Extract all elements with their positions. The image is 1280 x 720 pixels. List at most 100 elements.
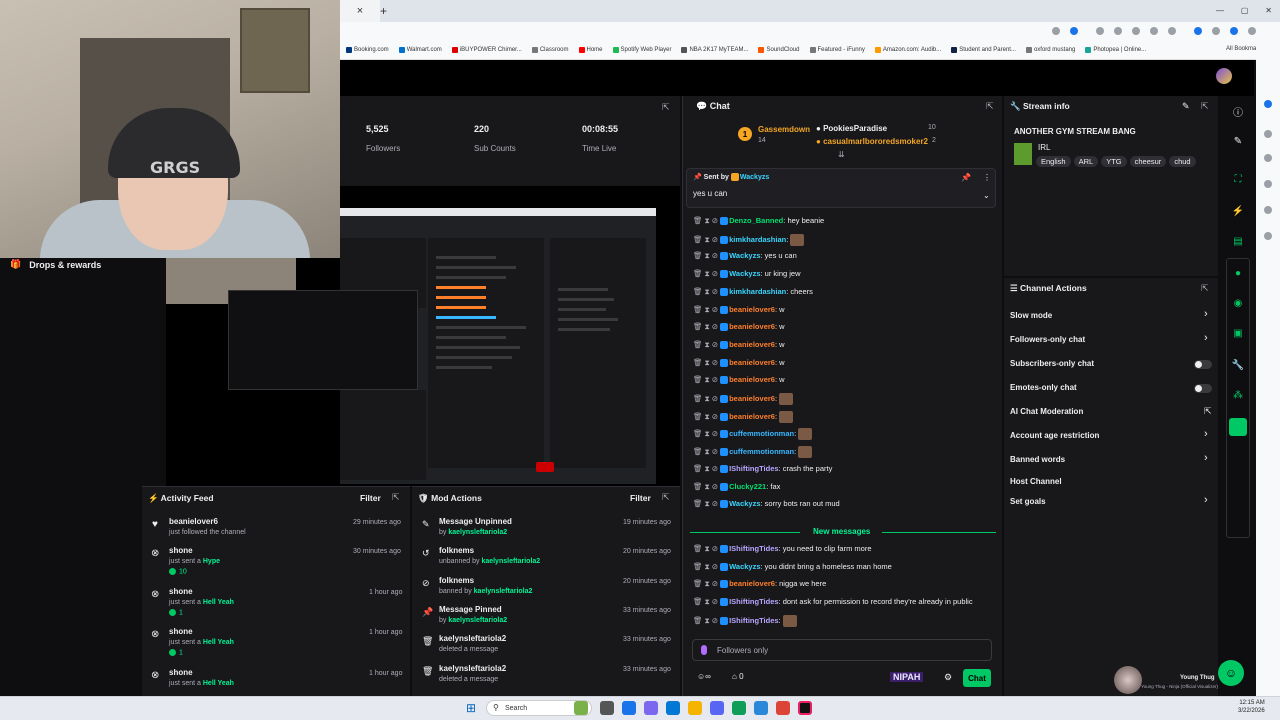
ban-icon[interactable]: ⊘ [712,216,718,225]
delete-icon[interactable]: 🗑 [693,562,703,571]
bookmark[interactable]: Booking.com [346,46,389,53]
ban-icon[interactable]: ⊘ [712,251,718,260]
ban-icon[interactable]: ⊘ [712,562,718,571]
extension-icon[interactable] [1264,180,1272,188]
tag[interactable]: YTG [1101,156,1127,167]
ban-icon[interactable]: ⊘ [712,305,718,314]
app-icon[interactable] [644,701,658,715]
timeout-icon[interactable]: ⧗ [705,340,710,349]
ban-icon[interactable]: ⊘ [712,394,718,403]
browser-tab[interactable]: × [340,0,380,22]
chat-username[interactable]: beanielover6 [729,375,775,384]
chat-username[interactable]: beanielover6 [729,305,775,314]
timeout-icon[interactable]: ⧗ [705,358,710,367]
chat-username[interactable]: beanielover6 [729,322,775,331]
drops-rewards-link[interactable]: 🎁 Drops & rewards [10,259,101,270]
chevron-right-icon[interactable]: › [1204,332,1208,344]
chat-input[interactable]: Followers only [692,639,992,661]
timeout-icon[interactable]: ⧗ [705,597,710,606]
minimize-icon[interactable]: — [1216,6,1224,16]
channel-action-item[interactable]: Host Channel [1010,477,1062,486]
ban-icon[interactable]: ⊘ [712,579,718,588]
extension-icon[interactable] [1168,27,1176,35]
timeout-icon[interactable]: ⧗ [705,464,710,473]
edit-icon[interactable]: ✎ [1182,101,1190,112]
chat-username[interactable]: beanielover6 [729,579,775,588]
avatar[interactable] [1216,68,1232,84]
chat-username[interactable]: IShiftingTides [729,616,778,625]
bookmark[interactable]: Classroom [531,46,569,53]
chat-username[interactable]: beanielover6 [729,358,775,367]
broadcast-icon[interactable]: ◉ [1230,298,1246,312]
ban-icon[interactable]: ⊘ [712,412,718,421]
chat-username[interactable]: IShiftingTides [729,544,778,553]
timeout-icon[interactable]: ⧗ [705,305,710,314]
chat-username[interactable]: kimkhardashian [729,235,786,244]
maximize-icon[interactable]: ▢ [1241,6,1249,16]
app-icon[interactable] [798,701,812,715]
active-widget-icon[interactable] [1229,418,1247,436]
share-icon[interactable]: ⁂ [1230,390,1246,404]
pin-icon[interactable]: 📌 [961,173,971,182]
ban-icon[interactable]: ⊘ [712,544,718,553]
channel-action-item[interactable]: Followers-only chat [1010,335,1085,344]
tab-close-icon[interactable]: × [357,5,363,17]
timeout-icon[interactable]: ⧗ [705,287,710,296]
bookmark[interactable]: Spotify Web Player [612,46,671,53]
chat-username[interactable]: beanielover6 [729,412,775,421]
delete-icon[interactable]: 🗑 [693,358,703,367]
bookmark[interactable]: Student and Parent... [951,46,1016,53]
bookmark[interactable]: Featured - iFunny [809,46,865,53]
chat-username[interactable]: Wackyzs [729,269,760,278]
extension-icon[interactable] [1096,27,1104,35]
list-icon[interactable]: ▤ [1230,236,1246,250]
delete-icon[interactable]: 🗑 [693,482,703,491]
timeout-icon[interactable]: ⧗ [705,394,710,403]
activity-filter-button[interactable]: Filter [360,493,381,503]
chat-username[interactable]: cuffemmotionman [729,447,794,456]
settings-icon[interactable]: ⚙ [944,672,952,683]
app-icon[interactable] [776,701,790,715]
ban-icon[interactable]: ⊘ [712,464,718,473]
timeout-icon[interactable]: ⧗ [705,544,710,553]
delete-icon[interactable]: 🗑 [693,375,703,384]
timeout-icon[interactable]: ⧗ [705,235,710,244]
ban-icon[interactable]: ⊘ [712,287,718,296]
app-icon[interactable] [574,701,588,715]
bookmark[interactable]: iBUYPOWER Chimer... [451,46,522,53]
tag[interactable]: English [1036,156,1071,167]
timeout-icon[interactable]: ⧗ [705,562,710,571]
expand-icon[interactable]: ⇱ [986,101,994,112]
chat-username[interactable]: Wackyzs [729,251,760,260]
brand-badge[interactable]: NIPAH [890,672,924,682]
delete-icon[interactable]: 🗑 [693,544,703,553]
delete-icon[interactable]: 🗑 [693,464,703,473]
timeout-icon[interactable]: ⧗ [705,412,710,421]
timeout-icon[interactable]: ⧗ [705,429,710,438]
tag[interactable]: chud [1169,156,1196,167]
new-tab-button[interactable]: + [380,4,387,18]
profile-icon[interactable] [1230,27,1238,35]
chat-username[interactable]: Denzo_Banned [729,216,783,225]
leader-second[interactable]: ● PookiesParadise [816,124,887,133]
extension-icon[interactable] [1264,232,1272,240]
bookmark[interactable]: Home [578,46,603,53]
extension-icon[interactable] [1264,130,1272,138]
expand-icon[interactable]: ⇱ [662,492,670,503]
expand-icon[interactable]: ⇱ [392,492,400,503]
taskbar-clock[interactable]: 12:15 AM 3/22/2026 [1238,699,1265,715]
channel-action-item[interactable]: Slow mode [1010,311,1052,320]
extension-icon[interactable] [1194,27,1202,35]
ban-icon[interactable]: ⊘ [712,358,718,367]
delete-icon[interactable]: 🗑 [693,251,703,260]
menu-icon[interactable] [1248,27,1256,35]
expand-icon[interactable]: ⇱ [1201,101,1209,112]
ban-icon[interactable]: ⊘ [712,269,718,278]
ban-icon[interactable]: ⊘ [712,447,718,456]
extension-icon[interactable] [1212,27,1220,35]
ban-icon[interactable]: ⊘ [712,499,718,508]
collapse-icon[interactable]: ⇊ [838,150,845,159]
app-icon[interactable] [688,701,702,715]
window-close-icon[interactable]: ✕ [1265,6,1272,16]
star-icon[interactable] [1070,27,1078,35]
